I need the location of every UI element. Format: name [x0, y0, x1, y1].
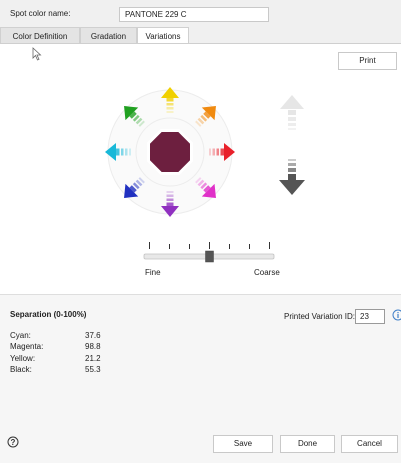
ink-value-cyan: 37.6	[85, 331, 101, 340]
cancel-button[interactable]: Cancel	[341, 435, 398, 453]
printed-variation-id-input[interactable]: 23	[355, 309, 385, 324]
lightness-arrows	[279, 95, 305, 195]
printed-variation-id-label: Printed Variation ID:	[284, 312, 355, 321]
slider-thumb[interactable]	[205, 250, 214, 263]
ink-name-black: Black:	[10, 365, 32, 374]
print-button[interactable]: Print	[338, 52, 397, 70]
coarse-label: Coarse	[254, 268, 280, 277]
ink-value-black: 55.3	[85, 365, 101, 374]
ink-name-yellow: Yellow:	[10, 354, 36, 363]
done-button[interactable]: Done	[280, 435, 335, 453]
darker-arrow[interactable]	[279, 159, 305, 195]
ink-name-magenta: Magenta:	[10, 342, 44, 351]
lighter-arrow[interactable]	[280, 95, 304, 130]
tab-variations[interactable]: Variations	[137, 27, 189, 44]
tab-color-definition[interactable]: Color Definition	[0, 27, 80, 44]
current-color-swatch	[147, 129, 193, 175]
tab-divider	[0, 43, 401, 44]
ink-value-yellow: 21.2	[85, 354, 101, 363]
separation-title: Separation (0-100%)	[10, 310, 87, 319]
ink-value-magenta: 98.8	[85, 342, 101, 351]
ink-name-cyan: Cyan:	[10, 331, 31, 340]
info-icon[interactable]	[392, 309, 401, 321]
variation-step-slider[interactable]	[140, 242, 278, 266]
svg-text:?: ?	[11, 438, 16, 447]
help-icon[interactable]: ?	[7, 436, 19, 448]
mouse-cursor-icon	[32, 47, 42, 61]
fine-label: Fine	[145, 268, 161, 277]
tab-gradation[interactable]: Gradation	[80, 27, 137, 44]
color-variation-wheel	[105, 87, 235, 217]
spot-color-name-field[interactable]: PANTONE 229 C	[119, 7, 269, 22]
slider-ticks	[149, 242, 270, 249]
spot-color-label: Spot color name:	[10, 9, 71, 18]
save-button[interactable]: Save	[213, 435, 273, 453]
